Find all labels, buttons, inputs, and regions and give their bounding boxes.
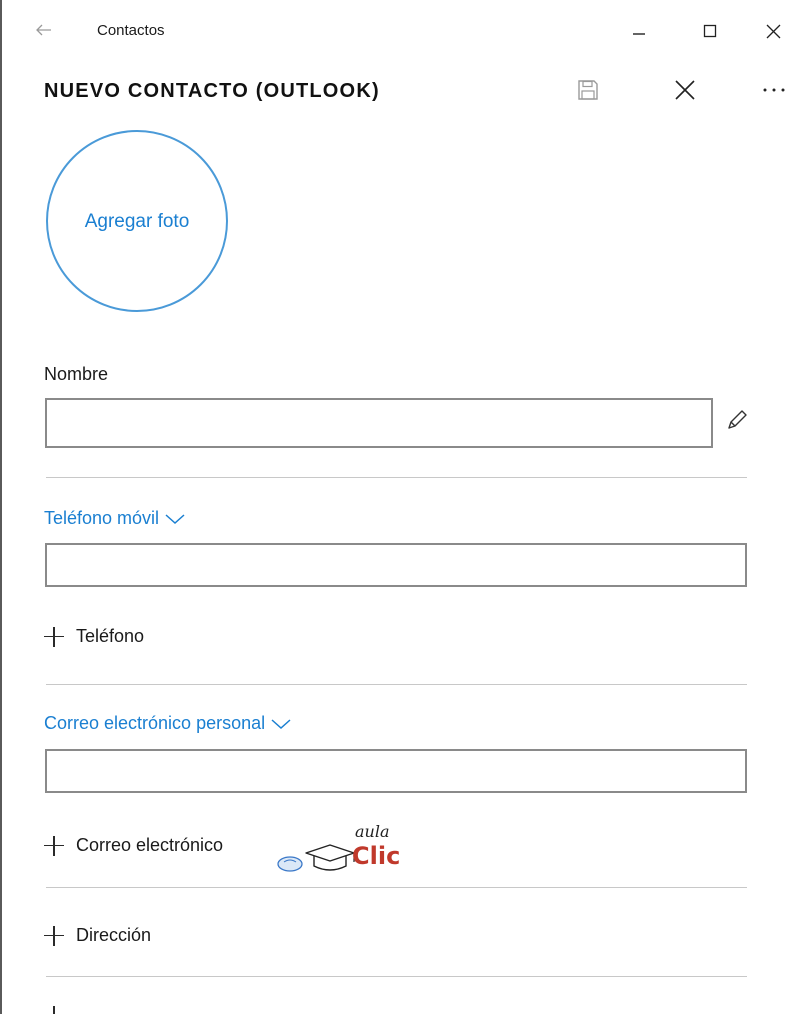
email-type-dropdown[interactable]: Correo electrónico personal — [44, 713, 291, 734]
maximize-icon — [703, 24, 717, 38]
pencil-icon — [728, 410, 747, 429]
next-add-row[interactable] — [44, 1006, 64, 1014]
add-phone-button[interactable]: Teléfono — [44, 626, 144, 647]
window-close-button[interactable] — [750, 14, 796, 48]
add-photo-label: Agregar foto — [84, 210, 190, 232]
logo-text-clic: Clic — [352, 842, 401, 870]
more-options-button[interactable] — [754, 70, 794, 110]
save-button[interactable] — [568, 70, 608, 110]
divider — [46, 477, 747, 478]
window-title: Contactos — [97, 22, 165, 39]
plus-icon — [44, 835, 64, 856]
plus-icon — [44, 1006, 64, 1014]
add-address-button[interactable]: Dirección — [44, 925, 151, 946]
phone-type-label: Teléfono móvil — [44, 508, 160, 528]
chevron-down-icon — [271, 718, 291, 729]
name-input[interactable] — [45, 398, 713, 448]
email-type-label: Correo electrónico personal — [44, 713, 266, 733]
close-icon — [766, 24, 780, 38]
back-arrow-icon[interactable] — [32, 18, 56, 42]
title-bar: Contactos — [2, 0, 797, 62]
minimize-button[interactable] — [616, 14, 662, 48]
phone-input[interactable] — [45, 543, 747, 587]
save-icon — [578, 80, 598, 100]
add-photo-button[interactable]: Agregar foto — [46, 130, 228, 312]
mortarboard-icon — [277, 844, 355, 872]
minimize-icon — [633, 33, 645, 35]
plus-icon — [44, 626, 64, 647]
name-label: Nombre — [44, 364, 109, 384]
phone-type-dropdown[interactable]: Teléfono móvil — [44, 508, 185, 529]
page-title: NUEVO CONTACTO (OUTLOOK) — [44, 80, 380, 102]
close-icon — [675, 80, 695, 100]
add-address-label: Dirección — [76, 925, 152, 945]
cancel-button[interactable] — [665, 70, 705, 110]
edit-name-button[interactable] — [724, 407, 752, 435]
add-email-label: Correo electrónico — [76, 835, 224, 855]
email-input[interactable] — [45, 749, 747, 793]
divider — [46, 684, 747, 685]
maximize-button[interactable] — [687, 14, 733, 48]
plus-icon — [44, 925, 64, 946]
chevron-down-icon — [165, 513, 185, 524]
aulaclic-logo: aula Clic — [270, 822, 420, 878]
logo-text-aula: aula — [355, 822, 390, 841]
add-email-button[interactable]: Correo electrónico — [44, 835, 223, 856]
more-icon — [763, 88, 785, 92]
add-phone-label: Teléfono — [76, 626, 145, 646]
divider — [46, 976, 747, 977]
divider — [46, 887, 747, 888]
contacts-window: Contactos NUEVO CONTACTO (OUTLOOK) Agreg… — [0, 0, 797, 1014]
